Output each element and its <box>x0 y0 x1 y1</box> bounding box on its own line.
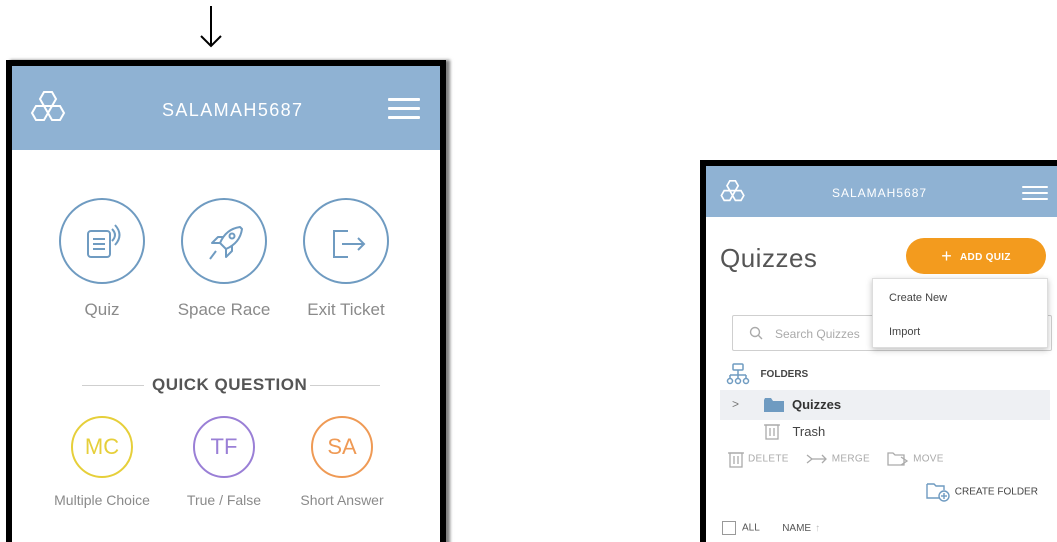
select-all-label: ALL <box>742 522 760 534</box>
mc-badge: MC <box>71 416 133 478</box>
divider <box>310 385 380 386</box>
create-folder-label: CREATE FOLDER <box>954 486 1038 498</box>
username-label: SALAMAH5687 <box>832 186 928 200</box>
app-logo-icon[interactable] <box>720 178 748 206</box>
true-false-button[interactable]: TF True / False <box>164 416 284 508</box>
right-phone-screen: SALAMAH5687 Quizzes + ADD QUIZ Create New… <box>700 160 1057 542</box>
exit-icon <box>333 230 366 258</box>
chevron-right-icon[interactable]: > <box>732 397 739 411</box>
sort-arrow-icon: ↑ <box>815 522 821 534</box>
app-header: SALAMAH5687 <box>706 166 1057 217</box>
list-header: ALL NAME ↑ <box>722 521 820 535</box>
merge-icon <box>806 454 827 464</box>
folder-name: Trash <box>792 423 826 439</box>
short-answer-button[interactable]: SA Short Answer <box>282 416 402 508</box>
folder-icon <box>764 398 784 412</box>
import-menu-item[interactable]: Import <box>889 326 920 338</box>
plus-icon: + <box>941 246 953 266</box>
hamburger-menu-icon[interactable] <box>388 98 420 122</box>
app-logo-icon[interactable] <box>30 88 70 128</box>
folder-row-quizzes[interactable]: > Quizzes <box>720 390 1050 420</box>
sa-badge: SA <box>311 416 373 478</box>
merge-button[interactable]: MERGE <box>806 453 870 465</box>
multiple-choice-label: Multiple Choice <box>54 492 150 508</box>
trash-icon <box>764 424 780 440</box>
page-title: Quizzes <box>720 243 818 273</box>
move-folder-icon <box>887 452 909 466</box>
folder-actions: DELETE MERGE MOVE <box>728 450 958 468</box>
app-header: SALAMAH5687 <box>12 66 440 150</box>
rocket-icon <box>209 226 243 260</box>
add-quiz-label: ADD QUIZ <box>960 252 1011 263</box>
sort-name-button[interactable]: NAME ↑ <box>782 523 820 534</box>
quiz-icon <box>87 224 121 258</box>
quiz-activity-button[interactable]: Quiz <box>52 198 152 320</box>
exit-ticket-label: Exit Ticket <box>307 300 385 319</box>
folders-header: FOLDERS <box>726 363 808 385</box>
down-arrow-icon <box>200 6 222 48</box>
trash-icon <box>728 452 744 468</box>
divider <box>82 385 144 386</box>
hamburger-menu-icon[interactable] <box>1022 186 1048 202</box>
tf-badge: TF <box>193 416 255 478</box>
folder-row-trash[interactable]: Trash <box>764 422 825 440</box>
create-folder-button[interactable]: CREATE FOLDER <box>926 482 1038 502</box>
search-icon <box>749 326 763 340</box>
folder-name: Quizzes <box>792 397 842 412</box>
folders-label: FOLDERS <box>760 368 809 380</box>
search-placeholder: Search Quizzes <box>775 327 860 341</box>
left-phone-screen: SALAMAH5687 Quiz Space Race Exit Ticket … <box>6 60 446 542</box>
move-button[interactable]: MOVE <box>887 451 944 467</box>
delete-button[interactable]: DELETE <box>728 450 789 468</box>
space-race-button[interactable]: Space Race <box>174 198 274 320</box>
add-quiz-button[interactable]: + ADD QUIZ <box>906 238 1046 274</box>
select-all-checkbox[interactable] <box>722 521 736 535</box>
create-folder-icon <box>926 483 950 502</box>
add-quiz-dropdown: Create New Import <box>872 278 1048 348</box>
create-new-menu-item[interactable]: Create New <box>889 292 947 304</box>
quick-question-title: QUICK QUESTION <box>152 375 308 394</box>
exit-ticket-button[interactable]: Exit Ticket <box>296 198 396 320</box>
multiple-choice-button[interactable]: MC Multiple Choice <box>42 416 162 508</box>
space-race-label: Space Race <box>177 300 271 319</box>
quiz-label: Quiz <box>84 300 120 319</box>
username-label: SALAMAH5687 <box>162 100 304 120</box>
short-answer-label: Short Answer <box>300 492 384 508</box>
folder-tree-icon <box>726 363 750 385</box>
